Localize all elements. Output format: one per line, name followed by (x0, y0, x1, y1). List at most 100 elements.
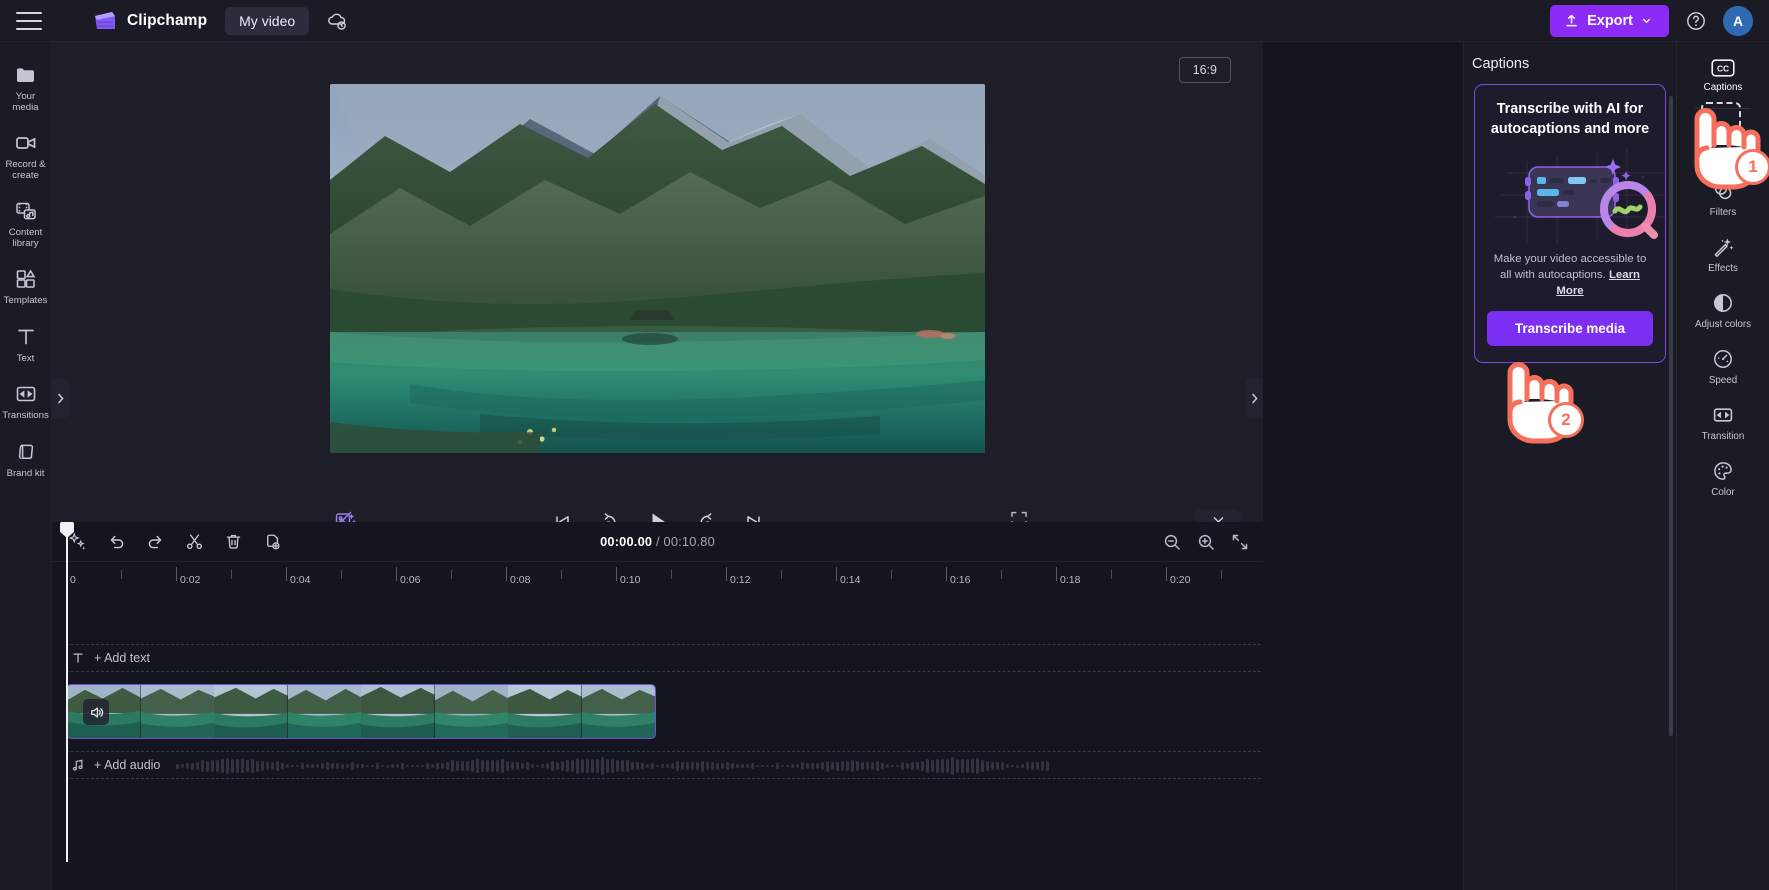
timeline-tools (64, 529, 285, 555)
audio-waveform (176, 752, 1256, 780)
help-circle-icon[interactable] (1685, 10, 1707, 32)
ruler-label: 0:06 (400, 574, 421, 586)
color-palette-icon (1714, 462, 1732, 480)
duplicate-button[interactable] (259, 529, 285, 555)
text-t-icon (73, 653, 83, 663)
delete-button[interactable] (220, 529, 246, 555)
ruler-label: 0 (70, 574, 76, 586)
sidebar-item-your-media[interactable]: Your media (0, 54, 51, 122)
user-avatar[interactable]: A (1723, 5, 1753, 36)
clip-frame (140, 685, 214, 738)
timeline-toolbar: 00:00.00 / 00:10.80 (52, 522, 1263, 562)
split-button[interactable] (181, 529, 207, 555)
redo-arrow-icon (148, 535, 161, 549)
clipchamp-logo-icon (92, 10, 118, 32)
panel-title: Captions (1472, 56, 1530, 72)
clip-frame (508, 685, 582, 738)
sidebar-item-label: Content library (8, 227, 43, 249)
sidebar-item-color[interactable]: Color (1677, 451, 1769, 507)
stage-expand-button[interactable] (1246, 378, 1263, 418)
brand-kit-icon (18, 444, 33, 459)
sidebar-item-transitions[interactable]: Transitions (0, 373, 51, 431)
sidebar-item-label: Adjust colors (1694, 319, 1752, 330)
sidebar-item-text[interactable]: Text (0, 316, 51, 374)
export-label: Export (1587, 12, 1633, 29)
sidebar-item-label: Your media (12, 91, 39, 113)
hamburger-menu-icon[interactable] (16, 11, 42, 30)
clip-frame (361, 685, 435, 738)
transition-icon (1713, 408, 1733, 422)
left-sidebar: Your media Record & create Content libra… (0, 42, 52, 890)
duplicate-icon (266, 534, 280, 550)
timeline-zoom-controls (1163, 533, 1249, 551)
zoom-in-button[interactable] (1197, 533, 1215, 551)
aspect-ratio-button[interactable]: 16:9 (1178, 57, 1231, 83)
clip-frame (581, 685, 655, 738)
adjust-colors-icon (1714, 294, 1732, 312)
video-clip[interactable] (66, 684, 656, 739)
sidebar-item-content-library[interactable]: Content library (0, 190, 51, 258)
promo-heading: Transcribe with AI for autocaptions and … (1490, 101, 1650, 137)
top-bar: Clipchamp My video Export A (0, 0, 1769, 42)
fit-to-timeline-button[interactable] (1231, 533, 1249, 551)
video-camera-icon (15, 137, 35, 149)
sidebar-item-label: Filters (1709, 207, 1737, 218)
transcribe-media-button[interactable]: Transcribe media (1487, 311, 1653, 346)
timeline: 00:00.00 / 00:10.80 0 0:02 0:04 0:06 0:0… (52, 522, 1263, 890)
sidebar-item-adjust-colors[interactable]: Adjust colors (1677, 283, 1769, 339)
transitions-icon (16, 386, 35, 402)
music-note-icon (72, 759, 83, 771)
sidebar-item-fade[interactable]: Fade (1677, 115, 1769, 171)
sidebar-collapse-button[interactable] (52, 378, 69, 418)
sidebar-item-label: Templates (3, 295, 48, 306)
sidebar-item-filters[interactable]: Filters (1677, 171, 1769, 227)
panel-scrollbar[interactable] (1669, 96, 1673, 736)
clip-mute-button[interactable] (83, 699, 109, 725)
add-text-label: + Add text (94, 651, 150, 665)
clip-frame (287, 685, 361, 738)
chevron-down-icon (1642, 18, 1651, 24)
sidebar-item-label: Captions (1703, 82, 1743, 93)
undo-button[interactable] (103, 529, 129, 555)
scissors-icon (186, 534, 202, 550)
sidebar-item-label: Fade (1711, 151, 1735, 162)
ruler-label: 0:18 (1060, 574, 1081, 586)
project-tab[interactable]: My video (225, 6, 310, 35)
time-separator: / (655, 534, 660, 549)
playhead[interactable] (66, 522, 68, 862)
promo-body: Make your video accessible to all with a… (1487, 251, 1653, 299)
sidebar-item-label: Transitions (2, 410, 49, 421)
video-preview[interactable] (330, 84, 985, 453)
filters-circles-icon (1714, 182, 1732, 200)
sidebar-item-brand-kit[interactable]: Brand kit (0, 431, 51, 489)
video-track (66, 684, 1261, 739)
chevron-right-icon (1251, 392, 1258, 404)
ruler-label: 0:14 (840, 574, 861, 586)
fade-icon (1714, 126, 1732, 144)
transcribe-promo-card: Transcribe with AI for autocaptions and … (1474, 84, 1666, 363)
top-bar-actions: Export A (1550, 4, 1753, 37)
redo-button[interactable] (142, 529, 168, 555)
brand-name: Clipchamp (127, 11, 208, 29)
add-audio-track[interactable]: + Add audio (66, 751, 1261, 779)
sidebar-item-label: Transition (1701, 431, 1745, 442)
export-button[interactable]: Export (1550, 4, 1669, 37)
ruler-label: 0:10 (620, 574, 641, 586)
sidebar-item-templates[interactable]: Templates (0, 258, 51, 316)
brand: Clipchamp (92, 10, 207, 32)
sidebar-item-record-create[interactable]: Record & create (0, 122, 51, 190)
cloud-sync-icon[interactable] (325, 9, 349, 33)
add-audio-label: + Add audio (94, 758, 161, 772)
timeline-ruler[interactable]: 0 0:02 0:04 0:06 0:08 0:10 0:12 0:14 0:1 (66, 562, 1263, 592)
content-library-icon (15, 202, 36, 220)
zoom-out-icon (1164, 534, 1180, 550)
sidebar-item-transition[interactable]: Transition (1677, 395, 1769, 451)
sidebar-item-effects[interactable]: Effects (1677, 227, 1769, 283)
total-time: 00:10.80 (663, 534, 715, 549)
zoom-out-button[interactable] (1163, 533, 1181, 551)
cc-icon: CC (1711, 59, 1735, 77)
ruler-label: 0:20 (1170, 574, 1191, 586)
add-text-track[interactable]: + Add text (66, 644, 1261, 672)
sidebar-item-captions[interactable]: CC Captions (1677, 50, 1769, 102)
sidebar-item-speed[interactable]: Speed (1677, 339, 1769, 395)
